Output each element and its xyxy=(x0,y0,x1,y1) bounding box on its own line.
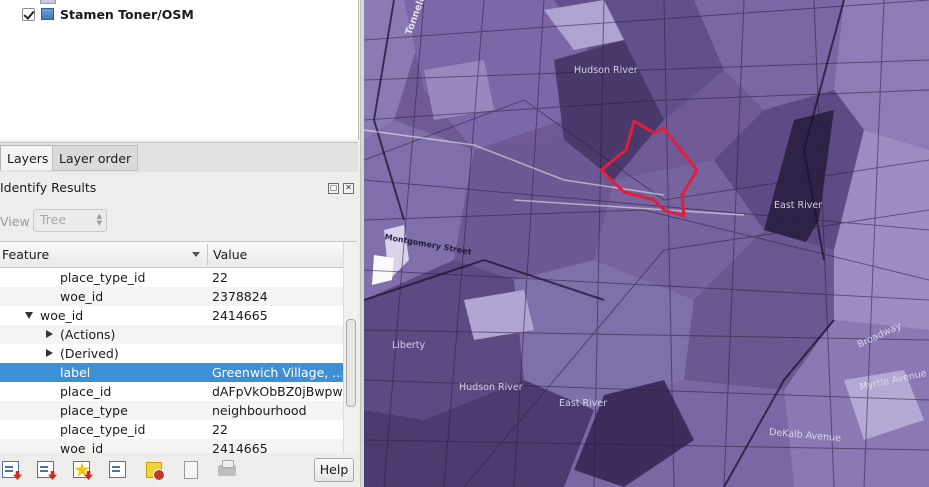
layer-name: Stamen Toner/OSM xyxy=(60,6,194,22)
map-label: Hudson River xyxy=(459,382,523,393)
tree-row[interactable]: (Actions) xyxy=(0,325,343,344)
line-icon xyxy=(112,466,120,468)
map-label: East River xyxy=(774,200,823,211)
view-mode-value: Tree xyxy=(40,212,67,227)
close-dock-icon[interactable]: ✕ xyxy=(343,183,354,194)
feature-cell: place_type xyxy=(60,403,128,418)
layer-visibility-checkbox[interactable] xyxy=(22,7,35,21)
value-cell: 2378824 xyxy=(212,289,268,304)
feature-cell: woe_id xyxy=(60,441,104,453)
raster-layer-icon xyxy=(41,8,54,20)
feature-cell: place_type_id xyxy=(60,422,146,437)
view-label: View xyxy=(0,214,30,229)
map-canvas[interactable]: Tonnelle Hudson River East River Montgom… xyxy=(364,0,929,487)
feature-cell: label xyxy=(60,365,91,380)
feature-cell: woe_id xyxy=(40,308,84,323)
tree-row[interactable]: place_type neighbourhood xyxy=(0,401,343,420)
tree-row[interactable]: place_id dAFpVkObBZ0jBwpw xyxy=(0,382,343,401)
expand-new-results-button[interactable] xyxy=(71,459,93,481)
feature-cell: (Actions) xyxy=(60,327,116,342)
column-header-feature[interactable]: Feature xyxy=(2,247,49,262)
tab-layer-order[interactable]: Layer order xyxy=(52,145,139,171)
help-button[interactable]: Help xyxy=(314,458,354,482)
tree-header: Feature Value xyxy=(0,242,343,268)
feature-cell: (Derived) xyxy=(60,346,119,361)
layer-item-stamen[interactable]: Stamen Toner/OSM xyxy=(22,4,194,24)
column-header-value[interactable]: Value xyxy=(213,247,247,262)
map-label: East River xyxy=(559,398,608,409)
view-mode-select[interactable]: Tree ▲ ▼ xyxy=(33,209,107,232)
map-label: Liberty xyxy=(392,340,426,351)
tree-row[interactable]: woe_id 2414665 xyxy=(0,306,343,325)
line-icon xyxy=(40,466,48,468)
dock-buttons: ▢ ✕ xyxy=(328,183,354,194)
value-cell: neighbourhood xyxy=(212,403,307,418)
value-cell: 22 xyxy=(212,422,228,437)
expand-right-icon[interactable] xyxy=(46,330,53,338)
value-cell: Greenwich Village, ... xyxy=(212,365,342,380)
open-form-button[interactable] xyxy=(107,459,129,481)
chevron-updown-icon: ▲ ▼ xyxy=(96,212,102,227)
map-label: Hudson River xyxy=(574,65,638,76)
collapse-all-button[interactable] xyxy=(35,459,57,481)
print-button[interactable] xyxy=(216,459,238,481)
tree-row[interactable]: woe_id 2414665 xyxy=(0,439,343,453)
expand-all-button[interactable] xyxy=(0,459,22,481)
tree-row[interactable]: (Derived) xyxy=(0,344,343,363)
clear-highlights-button[interactable] xyxy=(143,459,165,481)
line-icon xyxy=(112,470,120,472)
line-icon xyxy=(40,470,48,472)
expand-down-icon[interactable] xyxy=(25,312,33,319)
tree-row[interactable]: place_type_id 22 xyxy=(0,268,343,287)
tree-rows: place_type_id 22 woe_id 2378824 woe_id 2… xyxy=(0,268,343,453)
identify-toolbar: Help xyxy=(0,454,358,487)
value-cell: 2414665 xyxy=(212,308,268,323)
scrollbar-thumb[interactable] xyxy=(346,319,356,407)
feature-cell: place_type_id xyxy=(60,270,146,285)
line-icon xyxy=(5,466,13,468)
expand-right-icon[interactable] xyxy=(46,349,53,357)
copy-button[interactable] xyxy=(180,459,202,481)
value-cell: 2414665 xyxy=(212,441,268,453)
tree-scrollbar[interactable] xyxy=(343,242,357,453)
feature-cell: place_id xyxy=(60,384,112,399)
clear-icon xyxy=(153,469,165,481)
tree-row[interactable]: woe_id 2378824 xyxy=(0,287,343,306)
identify-results-title: Identify Results xyxy=(0,180,97,195)
value-cell: 22 xyxy=(212,270,228,285)
layer-tree: Stamen Toner/OSM xyxy=(0,0,359,140)
copy-icon xyxy=(184,461,198,479)
line-icon xyxy=(5,470,13,472)
tree-row[interactable]: place_type_id 22 xyxy=(0,420,343,439)
sort-down-icon xyxy=(192,252,200,257)
left-panel: Stamen Toner/OSM Layers Layer order Iden… xyxy=(0,0,360,487)
panel-tabs: Layers Layer order xyxy=(0,142,358,172)
tab-layers[interactable]: Layers xyxy=(0,145,56,170)
feature-cell: woe_id xyxy=(60,289,104,304)
printer-icon xyxy=(218,460,236,476)
identify-results-tree: Feature Value place_type_id 22 woe_id 23… xyxy=(0,241,357,453)
float-dock-icon[interactable]: ▢ xyxy=(328,183,339,194)
tree-row-selected[interactable]: label Greenwich Village, ... xyxy=(0,363,343,382)
column-separator xyxy=(207,244,208,265)
value-cell: dAFpVkObBZ0jBwpw xyxy=(212,384,342,399)
